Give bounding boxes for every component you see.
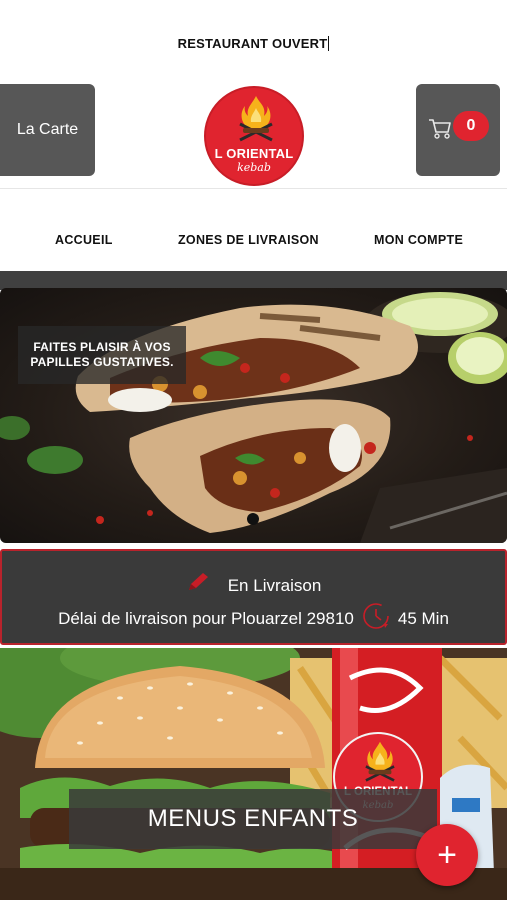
add-button[interactable]: +	[416, 824, 478, 886]
delivery-mode: En Livraison	[2, 571, 505, 596]
delivery-delay-value: 45 Min	[397, 609, 449, 628]
restaurant-status: RESTAURANT OUVERT	[177, 36, 330, 51]
delivery-delay-label: Délai de livraison pour Plouarzel 29810	[58, 609, 354, 628]
plus-icon: +	[437, 835, 457, 874]
pencil-icon	[188, 573, 208, 590]
cart-icon	[429, 119, 451, 139]
cart-count-badge: 0	[453, 111, 489, 141]
delivery-mode-label: En Livraison	[227, 576, 322, 595]
flame-grill-icon	[365, 741, 395, 782]
nav-item-zones-de-livraison[interactable]: ZONES DE LIVRAISON	[178, 233, 319, 247]
logo-subtext: kebab	[237, 161, 271, 174]
header: La Carte L ORIENTAL kebab 0	[0, 84, 507, 188]
logo-text: L ORIENTAL	[214, 146, 294, 161]
nav-item-mon-compte[interactable]: MON COMPTE	[374, 233, 463, 247]
logo[interactable]: L ORIENTAL kebab	[204, 86, 304, 186]
main-nav: ACCUEIL ZONES DE LIVRAISON MON COMPTE	[0, 189, 507, 271]
category-title: MENUS ENFANTS	[69, 789, 437, 849]
promo-caption: FAITES PLAISIR À VOS PAPILLES GUSTATIVES…	[18, 326, 186, 384]
slider-indicator[interactable]	[247, 513, 259, 525]
delivery-info-panel[interactable]: En Livraison Délai de livraison pour Plo…	[0, 549, 507, 645]
menu-button-label: La Carte	[16, 121, 79, 138]
delivery-delay: Délai de livraison pour Plouarzel 29810 …	[2, 602, 505, 630]
status-bar: RESTAURANT OUVERT	[0, 0, 507, 84]
promo-banner[interactable]: FAITES PLAISIR À VOS PAPILLES GUSTATIVES…	[0, 288, 507, 543]
flame-grill-icon	[239, 96, 273, 142]
cart-button[interactable]: 0	[416, 84, 500, 176]
menu-button[interactable]: La Carte	[0, 84, 95, 176]
clock-icon	[363, 603, 389, 629]
nav-item-accueil[interactable]: ACCUEIL	[55, 233, 113, 247]
category-banner-menus-enfants[interactable]: L ORIENTAL kebab MENUS ENFANTS +	[0, 648, 507, 900]
